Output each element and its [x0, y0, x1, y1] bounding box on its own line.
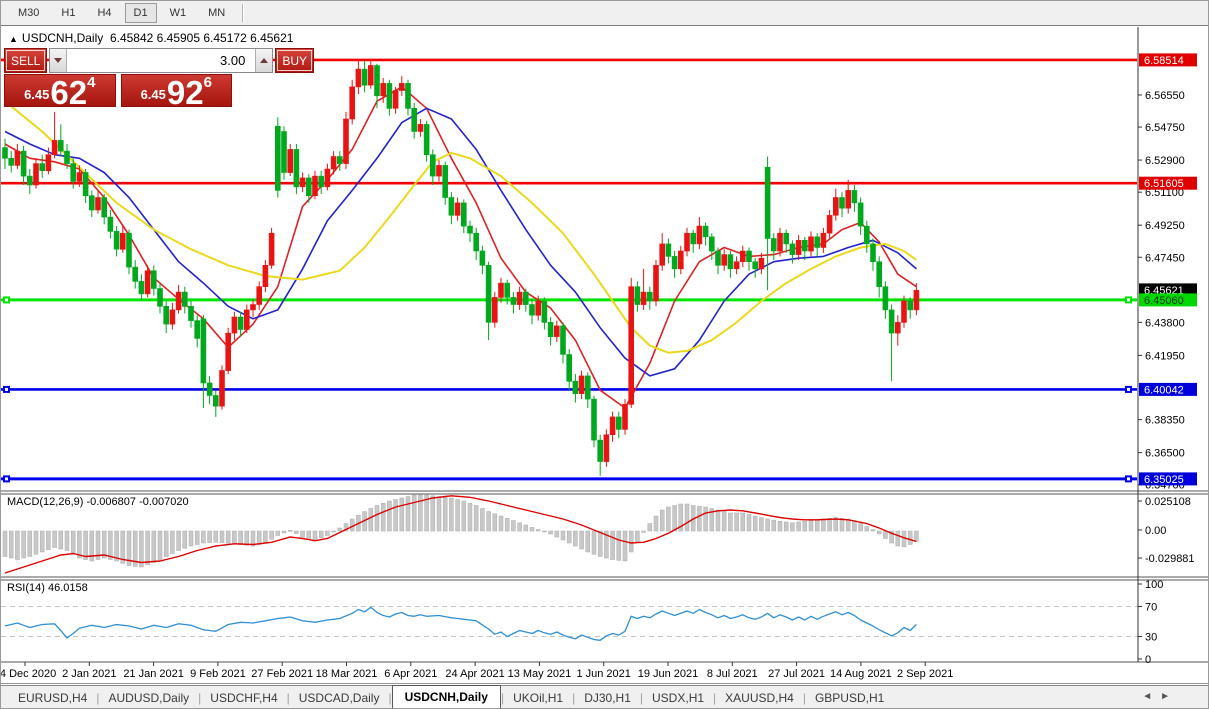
timeframe-toolbar: M30 H1 H4 D1 W1 MN [1, 1, 1208, 26]
timeframe-button-d1[interactable]: D1 [124, 3, 157, 23]
tab-usdcad-daily[interactable]: USDCAD,Daily [290, 688, 389, 708]
buy-quote-tile[interactable]: 6.45 92 6 [120, 74, 232, 111]
svg-text:8 Jul 2021: 8 Jul 2021 [707, 668, 758, 680]
rsi-indicator-label: RSI(14) 46.0158 [7, 582, 88, 594]
line-handle-dot [1127, 298, 1130, 302]
svg-text:24 Apr 2021: 24 Apr 2021 [445, 668, 504, 680]
svg-text:6.52900: 6.52900 [1145, 155, 1185, 167]
svg-text:6.58514: 6.58514 [1144, 55, 1184, 67]
svg-text:6.41950: 6.41950 [1145, 350, 1185, 362]
volume-control [49, 48, 274, 73]
svg-text:1 Jun 2021: 1 Jun 2021 [576, 668, 630, 680]
buy-price-big: 92 [166, 74, 204, 111]
buy-price-pip: 6 [203, 74, 212, 91]
svg-text:6.54750: 6.54750 [1145, 122, 1185, 134]
svg-text:19 Jun 2021: 19 Jun 2021 [638, 668, 699, 680]
svg-text:14 Aug 2021: 14 Aug 2021 [830, 668, 892, 680]
svg-text:6.43800: 6.43800 [1145, 317, 1185, 329]
tab-ukoil-h1[interactable]: UKOil,H1 [504, 688, 572, 708]
timeframe-button-mn[interactable]: MN [199, 3, 234, 23]
tab-xauusd-h4[interactable]: XAUUSD,H4 [716, 688, 803, 708]
chart-symbol-label: USDCNH,Daily [21, 31, 104, 45]
toolbar-separator [242, 4, 245, 22]
buy-button[interactable]: BUY [275, 48, 315, 73]
svg-text:6.38350: 6.38350 [1145, 415, 1185, 427]
tab-usdcnh-daily[interactable]: USDCNH,Daily [391, 685, 501, 708]
line-handle-dot [5, 298, 8, 302]
sell-price-pip: 4 [87, 74, 96, 91]
svg-text:100: 100 [1145, 579, 1163, 591]
triangle-up-icon [260, 58, 269, 63]
svg-text:27 Feb 2021: 27 Feb 2021 [251, 668, 313, 680]
svg-text:21 Jan 2021: 21 Jan 2021 [123, 668, 184, 680]
trade-panel: SELL BUY 6.45 62 4 6.45 92 6 [4, 48, 315, 111]
svg-text:2 Jan 2021: 2 Jan 2021 [62, 668, 116, 680]
volume-decrease-button[interactable] [50, 49, 68, 72]
chart-canvas[interactable]: 6.565506.547506.529006.511006.492506.474… [1, 26, 1209, 685]
svg-text:6.56550: 6.56550 [1145, 90, 1185, 102]
macd-indicator-label: MACD(12,26,9) -0.006807 -0.007020 [7, 496, 189, 508]
svg-text:2 Sep 2021: 2 Sep 2021 [897, 668, 953, 680]
tab-audusd-daily[interactable]: AUDUSD,Daily [99, 688, 198, 708]
tab-scroll-arrows: ◄ ► [1142, 691, 1170, 702]
tab-usdchf-h4[interactable]: USDCHF,H4 [201, 688, 286, 708]
line-handle-dot [1127, 477, 1130, 481]
tab-dj30-h1[interactable]: DJ30,H1 [575, 688, 640, 708]
tab-scroll-left-icon[interactable]: ◄ [1142, 691, 1152, 702]
svg-text:6.49250: 6.49250 [1145, 220, 1185, 232]
volume-input[interactable] [67, 49, 256, 72]
tab-gbpusd-h1[interactable]: GBPUSD,H1 [806, 688, 893, 708]
line-handle-dot [5, 477, 8, 481]
tab-scroll-right-icon[interactable]: ► [1160, 691, 1170, 702]
line-handle-dot [5, 387, 8, 391]
svg-text:6.45060: 6.45060 [1144, 295, 1184, 307]
chart-title: ▲ USDCNH,Daily 6.45842 6.45905 6.45172 6.… [9, 31, 293, 45]
symbol-tab-bar: EURUSD,H4 | AUDUSD,Daily | USDCHF,H4 | USDCAD,… [1, 685, 1208, 708]
svg-text:27 Jul 2021: 27 Jul 2021 [768, 668, 825, 680]
sell-price-prefix: 6.45 [24, 87, 50, 102]
collapse-triangle-icon: ▲ [9, 34, 18, 44]
timeframe-button-w1[interactable]: W1 [161, 3, 196, 23]
svg-text:9 Feb 2021: 9 Feb 2021 [190, 668, 246, 680]
tab-eurusd-h4[interactable]: EURUSD,H4 [9, 688, 96, 708]
chart-ohlc-values: 6.45842 6.45905 6.45172 6.45621 [109, 31, 294, 45]
svg-text:6.47450: 6.47450 [1145, 252, 1185, 264]
tab-usdx-h1[interactable]: USDX,H1 [643, 688, 713, 708]
svg-text:6.35025: 6.35025 [1144, 474, 1184, 486]
svg-text:6.36500: 6.36500 [1145, 448, 1185, 460]
svg-text:13 May 2021: 13 May 2021 [508, 668, 572, 680]
svg-text:6 Apr 2021: 6 Apr 2021 [384, 668, 437, 680]
svg-text:70: 70 [1145, 602, 1157, 614]
svg-text:0.00: 0.00 [1145, 525, 1166, 537]
trading-terminal-window: M30 H1 H4 D1 W1 MN 6.56550 6.54750 6.52900 6.511… [0, 0, 1209, 709]
timeframe-button-m30[interactable]: M30 [9, 3, 48, 23]
svg-text:6.40042: 6.40042 [1144, 384, 1184, 396]
svg-text:6.51605: 6.51605 [1144, 178, 1184, 190]
svg-text:0.025108: 0.025108 [1145, 496, 1191, 508]
triangle-down-icon [54, 58, 63, 63]
svg-text:30: 30 [1145, 632, 1157, 644]
volume-increase-button[interactable] [255, 49, 273, 72]
svg-text:14 Dec 2020: 14 Dec 2020 [1, 668, 56, 680]
sell-price-big: 62 [50, 74, 88, 111]
svg-text:-0.029881: -0.029881 [1145, 553, 1195, 565]
line-handle-dot [1127, 387, 1130, 391]
timeframe-button-h1[interactable]: H1 [52, 3, 84, 23]
timeframe-button-h4[interactable]: H4 [88, 3, 120, 23]
sell-button[interactable]: SELL [4, 48, 48, 73]
svg-text:18 Mar 2021: 18 Mar 2021 [316, 668, 378, 680]
svg-text:0: 0 [1145, 654, 1151, 666]
sell-quote-tile[interactable]: 6.45 62 4 [4, 74, 116, 111]
buy-price-prefix: 6.45 [140, 87, 166, 102]
chart-background [1, 26, 1208, 685]
